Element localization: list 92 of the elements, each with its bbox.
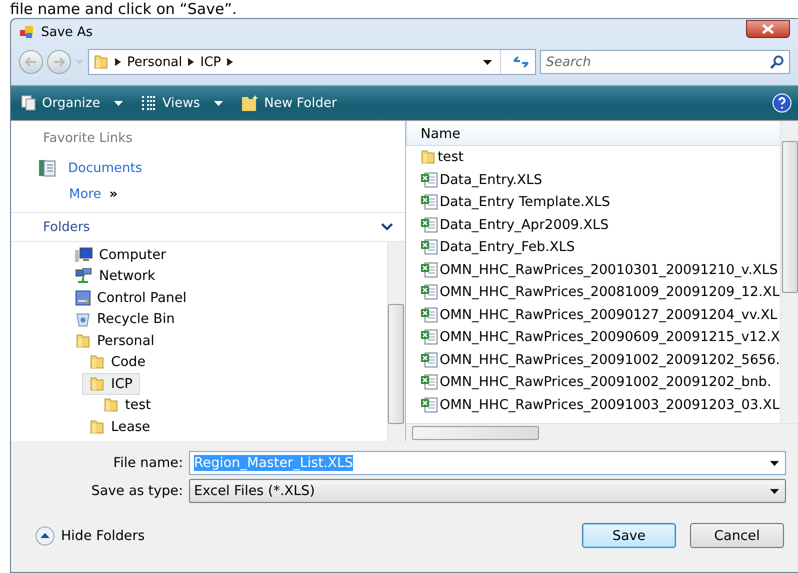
- spreadsheet-file-icon: [420, 216, 438, 233]
- hide-folders-button[interactable]: Hide Folders: [35, 526, 145, 546]
- help-icon[interactable]: [772, 93, 792, 113]
- folder-tree-item[interactable]: ICP: [82, 373, 140, 394]
- file-list-item[interactable]: OMN_HHC_RawPrices_20091002_20091202_5656.: [406, 348, 780, 371]
- search-field[interactable]: Search: [540, 50, 790, 74]
- spreadsheet-file-icon: [420, 284, 438, 300]
- back-button[interactable]: [19, 50, 43, 74]
- file-list-item[interactable]: OMN_HHC_RawPrices_20090609_20091215_v12.X: [406, 326, 780, 348]
- forward-button[interactable]: [47, 50, 71, 74]
- folder-tree-item[interactable]: Recycle Bin: [68, 308, 182, 330]
- more-chevron[interactable]: »: [109, 186, 118, 202]
- horizontal-scrollbar[interactable]: [406, 423, 798, 441]
- folder-icon: [103, 397, 119, 414]
- spreadsheet-file-icon: [420, 329, 438, 346]
- folder-tree-item[interactable]: Control Panel: [68, 287, 194, 308]
- file-list-item[interactable]: OMN_HHC_RawPrices_20091003_20091203_03.XL: [406, 394, 780, 416]
- breadcrumb[interactable]: ICP: [200, 54, 222, 70]
- folder-tree-item[interactable]: Code: [82, 352, 153, 373]
- spreadsheet-file-icon: [420, 262, 438, 278]
- folder-icon: [89, 354, 105, 370]
- dialog-button[interactable]: Cancel: [690, 523, 784, 548]
- up-arrow-circle-icon: [35, 526, 55, 546]
- folder-tree-item[interactable]: Network: [68, 266, 162, 287]
- spreadsheet-file-icon: [420, 239, 438, 256]
- name-column-header[interactable]: Name: [406, 121, 780, 146]
- control-panel-icon: [75, 290, 91, 306]
- folder-icon: [89, 376, 105, 392]
- window-title: Save As: [41, 24, 94, 40]
- dropdown-arrow-icon: [483, 60, 492, 64]
- field-label: File name:: [112, 455, 184, 471]
- chevron-down-icon: [380, 223, 393, 231]
- spreadsheet-file-icon: [420, 172, 438, 188]
- field-label: Save as type:: [90, 483, 184, 499]
- file-list-item[interactable]: Data_Entry_Apr2009.XLS: [406, 214, 780, 236]
- breadcrumb-arrow-icon: [188, 58, 194, 66]
- vertical-scrollbar[interactable]: [780, 121, 798, 423]
- dialog-icon: [19, 24, 35, 40]
- favorite-link[interactable]: Documents: [68, 160, 142, 176]
- network-icon: [75, 268, 93, 284]
- file-list-item[interactable]: Data_Entry.XLS: [406, 168, 780, 191]
- computer-icon: [75, 246, 93, 263]
- more-link[interactable]: More: [69, 186, 102, 202]
- views-icon: [141, 95, 158, 111]
- section-heading: Favorite Links: [42, 130, 134, 148]
- folder-icon: [89, 418, 105, 435]
- dropdown-arrow-icon: [114, 100, 124, 106]
- toolbar-button[interactable]: New Folder: [237, 92, 341, 114]
- file-type-dropdown[interactable]: Excel Files (*.XLS): [189, 479, 786, 503]
- spreadsheet-file-icon: [420, 396, 438, 413]
- breadcrumb[interactable]: Personal: [127, 54, 182, 70]
- vertical-scrollbar[interactable]: [386, 242, 405, 441]
- breadcrumb-arrow-icon: [115, 58, 121, 66]
- toolbar-button[interactable]: Views: [137, 93, 228, 113]
- folder-icon: [420, 149, 436, 166]
- file-list-item[interactable]: Data_Entry Template.XLS: [406, 191, 780, 214]
- close-button[interactable]: [746, 20, 790, 38]
- search-icon: [770, 55, 784, 69]
- dropdown-arrow-icon: [770, 488, 779, 494]
- left-arrow-icon: [25, 57, 37, 67]
- dropdown-arrow-icon: [770, 460, 779, 466]
- folder-tree-item[interactable]: Lease: [82, 416, 158, 438]
- toolbar-button[interactable]: Organize: [17, 93, 128, 113]
- new-folder-icon: [241, 94, 260, 112]
- folder-icon: [93, 54, 109, 70]
- spreadsheet-file-icon: [420, 194, 438, 210]
- spreadsheet-file-icon: [420, 306, 438, 323]
- folder-tree-item[interactable]: test: [96, 394, 158, 416]
- breadcrumb-arrow-icon: [227, 58, 234, 66]
- file-list-item[interactable]: Data_Entry_Feb.XLS: [406, 236, 780, 258]
- refresh-icon[interactable]: [513, 56, 529, 68]
- folders-header[interactable]: Folders: [11, 212, 405, 242]
- recycle-bin-icon: [75, 311, 91, 328]
- file-list-item[interactable]: test: [406, 146, 780, 168]
- pages-icon: [21, 95, 37, 111]
- folder-tree-item[interactable]: Personal: [68, 330, 162, 352]
- documents-icon: [38, 159, 56, 177]
- file-list-item[interactable]: OMN_HHC_RawPrices_20090127_20091204_vv.XL: [406, 304, 780, 326]
- dialog-button[interactable]: Save: [582, 523, 676, 548]
- file-list-item[interactable]: OMN_HHC_RawPrices_20010301_20091210_v.XLS: [406, 258, 780, 281]
- file-list-item[interactable]: OMN_HHC_RawPrices_20091002_20091202_bnb.: [406, 371, 780, 394]
- spreadsheet-file-icon: [420, 352, 438, 368]
- address-bar[interactable]: Personal ICP: [88, 49, 536, 75]
- file-list-item[interactable]: OMN_HHC_RawPrices_20081009_20091209_12.XL: [406, 281, 780, 304]
- folder-tree-item[interactable]: Computer: [68, 244, 174, 266]
- history-dropdown-icon: [75, 60, 84, 64]
- spreadsheet-file-icon: [420, 374, 438, 390]
- dropdown-arrow-icon: [214, 100, 224, 106]
- folder-icon: [75, 332, 91, 349]
- right-arrow-icon: [53, 57, 65, 67]
- instruction-text: file name and click on “Save”.: [9, 0, 238, 18]
- close-icon: [762, 24, 774, 34]
